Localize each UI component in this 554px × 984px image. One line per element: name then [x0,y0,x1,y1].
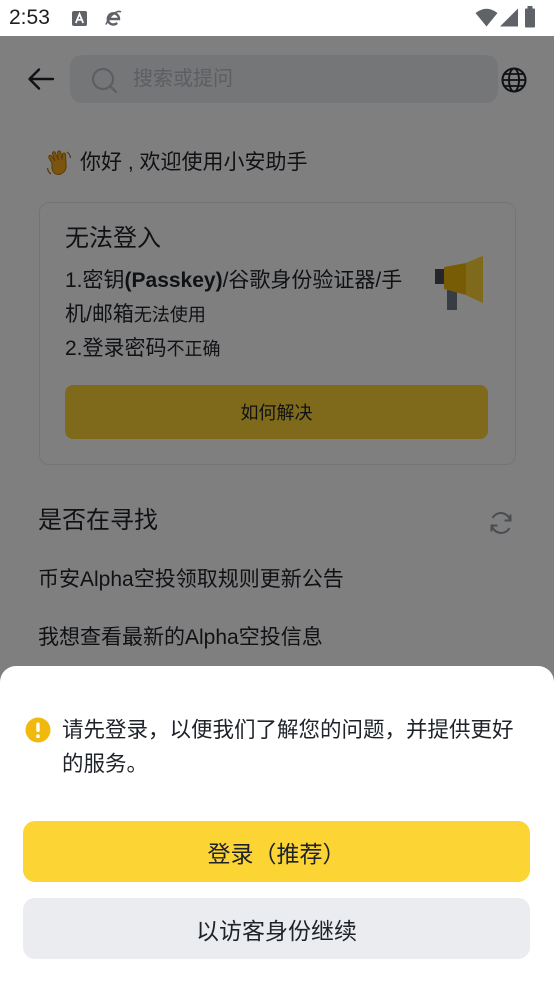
login-button-label: 登录（推荐） [207,840,346,867]
login-bottom-sheet: 请先登录，以便我们了解您的问题，并提供更好的服务。 登录（推荐） 以访客身份继续 [0,666,554,984]
login-button[interactable]: 登录（推荐） [23,821,530,882]
status-bar: 2:53 [0,0,554,36]
wifi-icon [475,8,498,27]
login-prompt-message: 请先登录，以便我们了解您的问题，并提供更好的服务。 [62,718,514,776]
notification-a-icon [72,11,87,26]
notification-e-icon [105,10,122,26]
guest-continue-button[interactable]: 以访客身份继续 [23,898,530,959]
battery-icon [525,6,535,28]
signal-icon [500,8,518,27]
warning-icon [25,717,51,743]
guest-continue-label: 以访客身份继续 [196,917,357,944]
status-time: 2:53 [9,6,50,29]
